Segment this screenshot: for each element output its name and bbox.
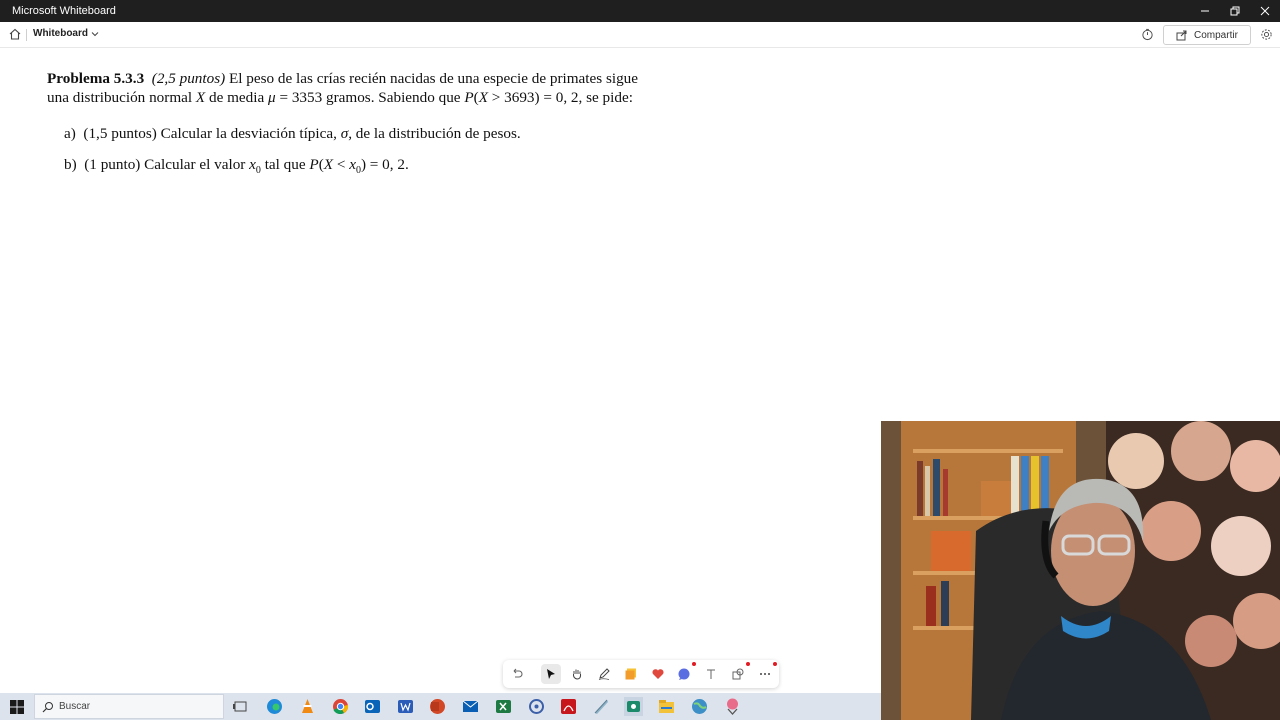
problem-text-2b: de media — [208, 89, 265, 106]
chrome-icon[interactable] — [331, 697, 350, 716]
part-a-label: a) — [64, 125, 76, 142]
minimize-button[interactable] — [1190, 0, 1220, 22]
text-tool[interactable] — [701, 664, 721, 684]
sticky-note-tool[interactable] — [621, 664, 641, 684]
search-placeholder: Buscar — [59, 701, 91, 712]
problem-points: (2,5 puntos) — [151, 70, 226, 87]
whiteboard-app-icon[interactable] — [624, 697, 643, 716]
var-P-2: P — [309, 156, 319, 173]
word-icon[interactable] — [396, 697, 415, 716]
part-b: b) (1 punto) Calcular el valor x0 tal qu… — [64, 156, 409, 176]
heart-icon — [652, 669, 664, 679]
window-titlebar: Microsoft Whiteboard — [0, 0, 1280, 22]
part-a-end: , de la distribución de pesos. — [348, 125, 521, 142]
problem-text-1: El peso de las crías recién nacidas de u… — [228, 70, 639, 87]
presenter-video-image — [881, 421, 1280, 720]
mail-icon[interactable] — [461, 697, 480, 716]
share-label: Compartir — [1194, 29, 1238, 41]
timer-icon[interactable] — [1141, 28, 1154, 41]
acrobat-icon[interactable] — [559, 697, 578, 716]
app-bar: Whiteboard Compartir — [0, 22, 1280, 48]
var-mu: μ — [268, 89, 276, 106]
text-icon — [707, 669, 715, 679]
search-icon — [42, 702, 53, 713]
powerpoint-icon[interactable] — [428, 697, 447, 716]
taskbar-search[interactable]: Buscar — [34, 694, 224, 719]
excel-icon[interactable] — [494, 697, 513, 716]
whiteboard-toolbar — [503, 660, 779, 688]
home-icon[interactable] — [8, 27, 22, 41]
select-tool[interactable] — [541, 664, 561, 684]
undo-icon — [513, 668, 523, 678]
less-than: < — [336, 156, 346, 173]
notification-dot — [692, 662, 696, 666]
windows-taskbar: Buscar — [0, 693, 881, 720]
var-P: P — [464, 89, 474, 106]
settings-app-icon[interactable] — [527, 697, 546, 716]
chevron-down-icon[interactable] — [90, 29, 100, 39]
var-X-3: X — [323, 156, 334, 173]
notification-dot — [773, 662, 777, 666]
close-icon — [1260, 6, 1270, 16]
vlc-icon[interactable] — [298, 697, 317, 716]
problem-text-2c: = 3353 gramos. Sabiendo que — [279, 89, 461, 106]
select-icon — [547, 669, 555, 679]
var-X-2: X — [478, 89, 488, 106]
problem-line-1: Problema 5.3.3 (2,5 puntos) El peso de l… — [47, 70, 638, 88]
part-a-text: (1,5 puntos) Calcular la desviación típi… — [83, 125, 337, 142]
file-explorer-icon[interactable] — [657, 697, 676, 716]
part-b-label: b) — [64, 156, 77, 173]
var-x0-2: x — [349, 156, 356, 173]
restore-icon — [1230, 6, 1240, 16]
notification-dot — [746, 662, 750, 666]
hand-icon — [572, 669, 582, 680]
reaction-tool[interactable] — [648, 664, 668, 684]
pen-icon — [598, 668, 610, 680]
shapes-tool[interactable] — [728, 662, 750, 684]
hand-tool[interactable] — [567, 664, 587, 684]
geogebra-icon[interactable] — [592, 697, 611, 716]
globe-app-icon[interactable] — [690, 697, 709, 716]
problem-text-2a: una distribución normal — [47, 89, 193, 106]
share-icon — [1176, 30, 1187, 41]
problem-heading: Problema 5.3.3 — [47, 70, 145, 87]
part-b-end: ) = 0, 2. — [360, 156, 409, 173]
window-title: Microsoft Whiteboard — [12, 5, 116, 17]
gear-icon[interactable] — [1260, 28, 1273, 41]
pen-tool[interactable] — [594, 664, 614, 684]
windows-start-icon[interactable] — [10, 700, 24, 714]
restore-button[interactable] — [1220, 0, 1250, 22]
chat-tool[interactable] — [674, 662, 696, 684]
sticky-note-icon — [625, 668, 636, 680]
var-x0: x — [249, 156, 256, 173]
webcam-video — [881, 421, 1280, 720]
more-button[interactable] — [755, 662, 777, 684]
edge-icon[interactable] — [265, 697, 284, 716]
share-button[interactable]: Compartir — [1163, 25, 1251, 45]
subscript-0: 0 — [255, 165, 261, 177]
board-name[interactable]: Whiteboard — [33, 28, 88, 39]
undo-button[interactable] — [507, 664, 527, 684]
close-button[interactable] — [1250, 0, 1280, 22]
shapes-icon — [732, 668, 744, 680]
more-icon — [760, 673, 770, 675]
outlook-icon[interactable] — [363, 697, 382, 716]
divider — [26, 29, 27, 41]
task-view-icon[interactable] — [231, 697, 250, 716]
problem-text-2e: > 3693) = 0, 2, se pide: — [491, 89, 633, 106]
part-a: a) (1,5 puntos) Calcular la desviación t… — [64, 125, 521, 143]
snipping-tool-icon[interactable] — [723, 697, 742, 716]
var-X: X — [195, 89, 206, 106]
minimize-icon — [1201, 10, 1209, 12]
part-b-text: (1 punto) Calcular el valor — [84, 156, 246, 173]
chat-icon — [678, 668, 690, 680]
problem-line-2: una distribución normal X de media μ = 3… — [47, 89, 633, 107]
part-b-mid: tal que — [264, 156, 306, 173]
